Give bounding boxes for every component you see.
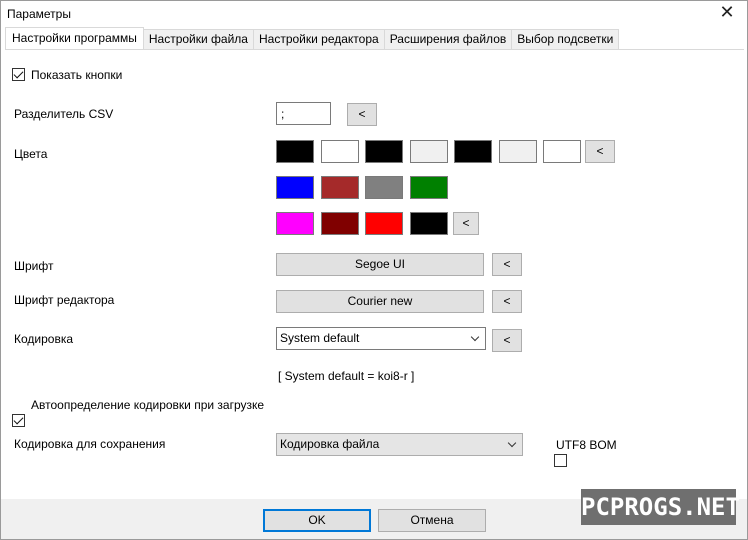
csv-separator-label: Разделитель CSV: [14, 107, 114, 121]
save-encoding-select[interactable]: Кодировка файла: [276, 433, 523, 456]
title-bar: Параметры ✕: [1, 1, 747, 27]
show-buttons-label: Показать кнопки: [31, 68, 123, 82]
color-swatch[interactable]: [409, 140, 448, 163]
ok-button[interactable]: OK: [263, 509, 371, 532]
close-icon: ✕: [719, 2, 735, 23]
color-swatch[interactable]: [320, 212, 359, 235]
show-buttons-checkbox[interactable]: [12, 68, 25, 81]
color-swatch[interactable]: [365, 176, 403, 199]
colors-reset-button[interactable]: <: [585, 140, 615, 163]
auto-detect-encoding-checkbox[interactable]: [12, 414, 25, 427]
colors-label: Цвета: [14, 147, 48, 161]
color-swatch[interactable]: [454, 140, 492, 163]
csv-separator-input[interactable]: [276, 102, 331, 125]
color-swatch[interactable]: [276, 212, 314, 235]
color-swatch[interactable]: [320, 140, 359, 163]
tab-file-settings[interactable]: Настройки файла: [142, 29, 254, 49]
save-encoding-select-value: Кодировка файла: [280, 437, 380, 451]
color-swatch[interactable]: [320, 176, 359, 199]
csv-reset-button[interactable]: <: [347, 103, 377, 126]
tab-strip: Настройки программы Настройки файла Наст…: [5, 27, 620, 49]
font-select-button[interactable]: Segoe UI: [276, 253, 484, 276]
color-swatch[interactable]: [276, 140, 314, 163]
tab-program-settings[interactable]: Настройки программы: [5, 27, 144, 49]
encoding-note: [ System default = koi8-r ]: [278, 369, 415, 383]
auto-detect-encoding-label: Автоопределение кодировки при загрузке: [31, 398, 265, 412]
encoding-select[interactable]: System default: [276, 327, 486, 350]
utf8-bom-label: UTF8 BOM: [556, 438, 617, 452]
color-swatch[interactable]: [409, 212, 448, 235]
font-reset-button[interactable]: <: [492, 253, 522, 276]
chevron-down-icon: [507, 438, 517, 448]
encoding-label: Кодировка: [14, 332, 74, 346]
color-swatch[interactable]: [365, 212, 403, 235]
editor-font-label: Шрифт редактора: [14, 293, 115, 307]
editor-font-select-button[interactable]: Courier new: [276, 290, 484, 313]
color-swatch[interactable]: [543, 140, 581, 163]
tab-editor-settings[interactable]: Настройки редактора: [252, 29, 385, 49]
window-title: Параметры: [7, 7, 71, 21]
encoding-select-value: System default: [280, 331, 360, 345]
cancel-button[interactable]: Отмена: [378, 509, 486, 532]
color-swatch[interactable]: [365, 140, 403, 163]
utf8-bom-checkbox[interactable]: [554, 454, 568, 467]
encoding-reset-button[interactable]: <: [492, 329, 522, 352]
color-swatch[interactable]: [409, 176, 448, 199]
color-swatch[interactable]: [276, 176, 314, 199]
color-swatch[interactable]: [498, 140, 537, 163]
tab-file-extensions[interactable]: Расширения файлов: [383, 29, 513, 49]
settings-dialog: Параметры ✕ Настройки программы Настройк…: [0, 0, 748, 540]
editor-font-reset-button[interactable]: <: [492, 290, 522, 313]
colors-row3-reset-button[interactable]: <: [453, 212, 479, 235]
watermark-logo: PCPROGS.NET: [581, 489, 740, 525]
close-button[interactable]: ✕: [715, 3, 739, 25]
font-label: Шрифт: [14, 259, 54, 273]
tab-panel: Показать кнопки Разделитель CSV < Цвета …: [5, 49, 744, 499]
save-encoding-label: Кодировка для сохранения: [14, 437, 166, 451]
chevron-down-icon: [470, 332, 480, 342]
tab-highlight-selection[interactable]: Выбор подсветки: [511, 29, 620, 49]
